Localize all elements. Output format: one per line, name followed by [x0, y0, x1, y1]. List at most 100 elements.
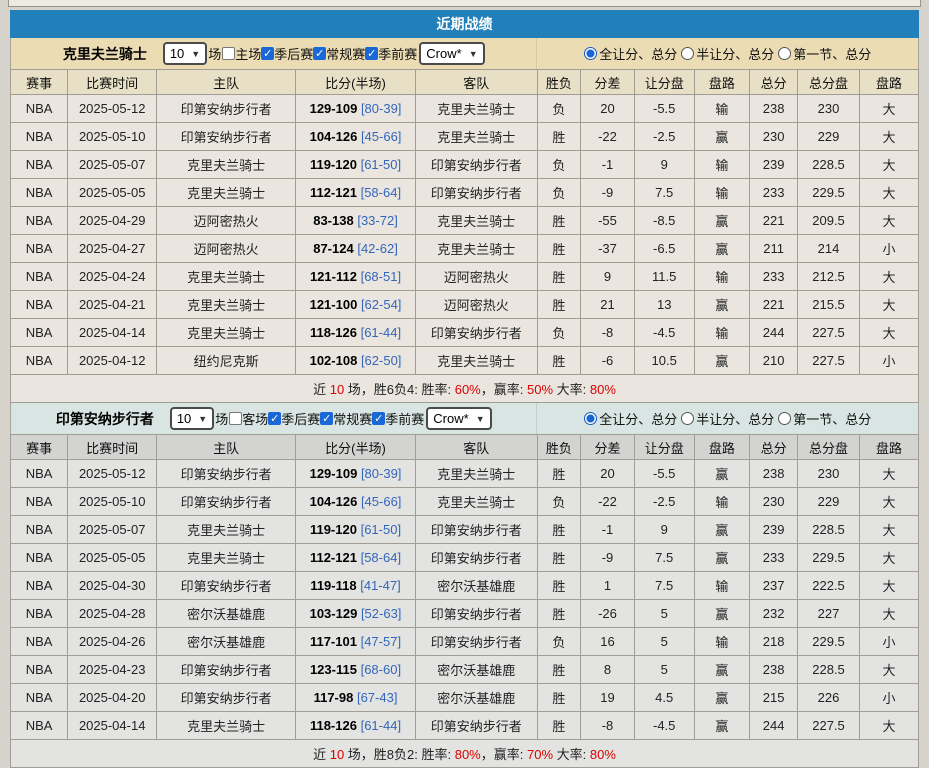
column-header: 比赛时间 [68, 435, 157, 460]
score-halftime: [42-62] [357, 241, 397, 256]
season-filter-group: ✓季后赛✓常规赛✓季前赛 [268, 409, 424, 428]
cell-spread-result: 赢 [694, 207, 749, 235]
cell-total: 221 [750, 207, 798, 235]
summary-text: 近 10 场，胜6负4: 胜率: 60%，赢率: 50% 大率: 80% [11, 375, 919, 403]
season-checkbox[interactable]: ✓季前赛 [372, 409, 424, 428]
cell-point-diff: -22 [581, 488, 635, 516]
page-title-bar: 近期战绩 [10, 10, 919, 38]
sections-container: 克里夫兰骑士 10 ▼ 场 主场 ✓季后赛✓常规赛✓季前赛 Crow* ▼ 全让… [0, 38, 929, 768]
display-mode-radio[interactable]: 半让分、总分 [681, 44, 774, 63]
cell-over-under: 大 [859, 656, 918, 684]
display-mode-radio[interactable]: 全让分、总分 [584, 44, 677, 63]
cell-over-under: 大 [859, 488, 918, 516]
cell-total: 238 [750, 656, 798, 684]
cell-total: 239 [750, 151, 798, 179]
source-select[interactable]: Crow* ▼ [419, 42, 484, 65]
cell-point-diff: -6 [581, 347, 635, 375]
season-checkbox[interactable]: ✓季后赛 [261, 44, 313, 63]
cell-result: 负 [537, 179, 581, 207]
cell-spread: 5 [634, 600, 694, 628]
cell-over-under: 大 [859, 263, 918, 291]
column-header: 胜负 [537, 435, 581, 460]
table-header-row: 赛事比赛时间主队比分(半场)客队胜负分差让分盘盘路总分总分盘盘路 [11, 435, 919, 460]
checkbox-icon: ✓ [313, 47, 326, 60]
column-header: 盘路 [859, 70, 918, 95]
source-value: Crow* [426, 46, 461, 61]
cell-over-under: 大 [859, 179, 918, 207]
display-mode-radio[interactable]: 半让分、总分 [681, 409, 774, 428]
venue-filter-checkbox[interactable]: 客场 [229, 409, 268, 428]
cell-away-team: 印第安纳步行者 [415, 179, 537, 207]
column-header: 分差 [581, 435, 635, 460]
column-header: 让分盘 [634, 70, 694, 95]
cell-home-team: 克里夫兰骑士 [157, 712, 296, 740]
cell-date: 2025-05-07 [68, 151, 157, 179]
cell-total-line: 230 [798, 95, 860, 123]
season-checkbox[interactable]: ✓季后赛 [268, 409, 320, 428]
cell-over-under: 大 [859, 151, 918, 179]
season-checkbox-label: 常规赛 [333, 409, 372, 428]
venue-filter-checkbox[interactable]: 主场 [222, 44, 261, 63]
cell-total: 230 [750, 123, 798, 151]
display-mode-radio-group: 全让分、总分半让分、总分第一节、总分 [536, 38, 918, 69]
cell-over-under: 大 [859, 319, 918, 347]
cell-total: 218 [750, 628, 798, 656]
cell-date: 2025-04-23 [68, 656, 157, 684]
score-halftime: [68-51] [361, 269, 401, 284]
cell-score: 87-124 [42-62] [296, 235, 416, 263]
table-row: NBA2025-04-14克里夫兰骑士118-126 [61-44]印第安纳步行… [11, 319, 919, 347]
cell-away-team: 印第安纳步行者 [415, 544, 537, 572]
cell-spread: 5 [634, 628, 694, 656]
display-mode-radio[interactable]: 第一节、总分 [778, 44, 871, 63]
display-mode-radio[interactable]: 全让分、总分 [584, 409, 677, 428]
cell-result: 负 [537, 319, 581, 347]
cell-total-line: 227 [798, 600, 860, 628]
games-count-select[interactable]: 10 ▼ [163, 42, 207, 65]
radio-icon [584, 47, 597, 60]
cell-point-diff: 9 [581, 263, 635, 291]
summary-games-count: 10 [330, 747, 344, 762]
season-checkbox-label: 常规赛 [326, 44, 365, 63]
table-body: NBA2025-05-12印第安纳步行者129-109 [80-39]克里夫兰骑… [11, 460, 919, 740]
season-checkbox[interactable]: ✓常规赛 [313, 44, 365, 63]
source-select[interactable]: Crow* ▼ [426, 407, 491, 430]
cell-over-under: 小 [859, 235, 918, 263]
cell-total-line: 227.5 [798, 347, 860, 375]
display-mode-radio-group: 全让分、总分半让分、总分第一节、总分 [536, 403, 918, 434]
cell-over-under: 大 [859, 291, 918, 319]
cell-score: 121-100 [62-54] [296, 291, 416, 319]
cell-over-under: 大 [859, 572, 918, 600]
checkbox-icon: ✓ [268, 412, 281, 425]
cell-total: 244 [750, 319, 798, 347]
table-row: NBA2025-04-20印第安纳步行者117-98 [67-43]密尔沃基雄鹿… [11, 684, 919, 712]
cell-over-under: 大 [859, 95, 918, 123]
table-row: NBA2025-04-12纽约尼克斯102-108 [62-50]克里夫兰骑士胜… [11, 347, 919, 375]
venue-filter-label: 客场 [242, 409, 268, 428]
column-header: 客队 [415, 70, 537, 95]
cell-spread: -6.5 [634, 235, 694, 263]
table-row: NBA2025-05-12印第安纳步行者129-109 [80-39]克里夫兰骑… [11, 95, 919, 123]
score-fulltime: 129-109 [310, 466, 358, 481]
cell-spread: 10.5 [634, 347, 694, 375]
season-filter-group: ✓季后赛✓常规赛✓季前赛 [261, 44, 417, 63]
summary-games-count: 10 [330, 382, 344, 397]
cell-score: 117-98 [67-43] [296, 684, 416, 712]
cell-point-diff: -1 [581, 151, 635, 179]
cell-away-team: 印第安纳步行者 [415, 516, 537, 544]
cell-point-diff: -55 [581, 207, 635, 235]
cell-score: 123-115 [68-60] [296, 656, 416, 684]
games-count-select[interactable]: 10 ▼ [170, 407, 214, 430]
summary-win-rate: 80% [455, 747, 481, 762]
cell-league: NBA [11, 572, 68, 600]
cell-point-diff: -8 [581, 319, 635, 347]
cell-away-team: 克里夫兰骑士 [415, 488, 537, 516]
display-mode-radio[interactable]: 第一节、总分 [778, 409, 871, 428]
cell-over-under: 小 [859, 347, 918, 375]
season-checkbox[interactable]: ✓季前赛 [365, 44, 417, 63]
cell-spread-result: 输 [694, 179, 749, 207]
season-checkbox[interactable]: ✓常规赛 [320, 409, 372, 428]
cell-home-team: 克里夫兰骑士 [157, 151, 296, 179]
cell-league: NBA [11, 712, 68, 740]
cell-spread-result: 赢 [694, 600, 749, 628]
cell-over-under: 大 [859, 207, 918, 235]
